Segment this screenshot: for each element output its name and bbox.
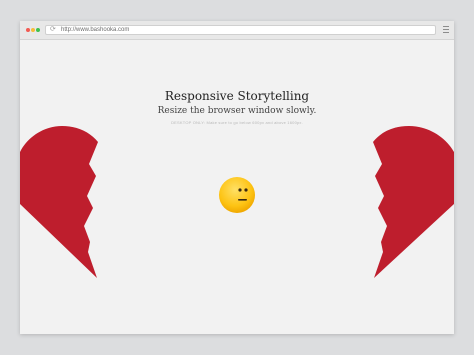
page-subtitle: Resize the browser window slowly. (157, 106, 317, 116)
hamburger-menu-icon[interactable] (443, 24, 449, 36)
broken-heart-right-half (373, 126, 454, 278)
browser-toolbar: ⟳ http://www.bashooka.com (20, 21, 454, 40)
broken-heart-left-half (20, 126, 98, 278)
maximize-window-button[interactable] (36, 28, 40, 32)
url-text[interactable]: http://www.bashooka.com (61, 26, 129, 34)
page-title: Responsive Storytelling (164, 89, 310, 103)
minimize-window-button[interactable] (31, 28, 35, 32)
address-bar[interactable]: ⟳ http://www.bashooka.com (45, 25, 436, 35)
close-window-button[interactable] (26, 28, 30, 32)
page-content: Responsive Storytelling Resize the brows… (20, 40, 454, 334)
neutral-face-emoji-icon (219, 177, 255, 213)
reload-icon[interactable]: ⟳ (50, 26, 56, 34)
browser-window: ⟳ http://www.bashooka.com Responsive Sto… (20, 21, 454, 334)
